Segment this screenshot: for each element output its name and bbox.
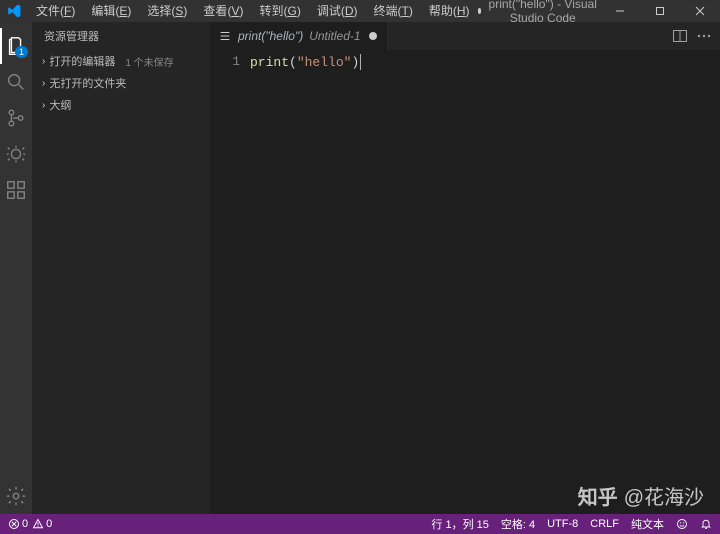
menu-bar: 文件(F) 编辑(E) 选择(S) 查看(V) 转到(G) 调试(D) 终端(T…: [28, 0, 478, 22]
chevron-right-icon: ›: [42, 100, 45, 111]
sidebar-outline[interactable]: › 大纲: [32, 94, 210, 116]
activity-bar: 1: [0, 22, 32, 514]
editor-area: print("hello") Untitled-1 1 print("hello…: [210, 22, 720, 514]
chevron-right-icon: ›: [42, 78, 45, 89]
maximize-button[interactable]: [640, 0, 680, 22]
sidebar-no-folder-label: 无打开的文件夹: [49, 75, 126, 91]
status-errors[interactable]: 0: [8, 518, 28, 530]
sidebar-no-folder[interactable]: › 无打开的文件夹: [32, 72, 210, 94]
vscode-logo-icon: [6, 3, 22, 19]
status-language[interactable]: 纯文本: [631, 516, 664, 532]
sidebar-outline-label: 大纲: [49, 97, 71, 113]
menu-terminal[interactable]: 终端(T): [366, 0, 421, 22]
status-indent[interactable]: 空格: 4: [501, 516, 535, 532]
status-eol[interactable]: CRLF: [590, 518, 619, 530]
line-gutter: 1: [210, 50, 250, 514]
menu-selection[interactable]: 选择(S): [139, 0, 195, 22]
code-content[interactable]: print("hello"): [250, 50, 361, 514]
menu-debug[interactable]: 调试(D): [309, 0, 366, 22]
status-error-count: 0: [22, 518, 28, 530]
status-warnings[interactable]: 0: [32, 518, 52, 530]
menu-view[interactable]: 查看(V): [195, 0, 251, 22]
activity-explorer[interactable]: 1: [0, 28, 32, 64]
status-warning-count: 0: [46, 518, 52, 530]
activity-source-control[interactable]: [0, 100, 32, 136]
split-editor-icon[interactable]: [672, 28, 688, 44]
tab-dirty-indicator-icon: [369, 32, 377, 40]
activity-search[interactable]: [0, 64, 32, 100]
activity-settings[interactable]: [0, 478, 32, 514]
tab-untitled-1[interactable]: print("hello") Untitled-1: [210, 22, 388, 50]
window-controls: [600, 0, 720, 22]
sidebar-explorer: 资源管理器 › 打开的编辑器 1 个未保存 › 无打开的文件夹 › 大纲: [32, 22, 210, 514]
sidebar-open-editors-label: 打开的编辑器: [49, 53, 115, 69]
dirty-indicator-icon: [478, 8, 482, 14]
status-feedback-icon[interactable]: [676, 518, 688, 530]
sidebar-open-editors[interactable]: › 打开的编辑器 1 个未保存: [32, 50, 210, 72]
line-number: 1: [210, 54, 240, 69]
close-button[interactable]: [680, 0, 720, 22]
editor[interactable]: 1 print("hello"): [210, 50, 720, 514]
menu-help[interactable]: 帮助(H): [421, 0, 478, 22]
sidebar-title: 资源管理器: [32, 22, 210, 50]
activity-extensions[interactable]: [0, 172, 32, 208]
chevron-right-icon: ›: [42, 56, 45, 67]
status-bar: 0 0 行 1，列 15 空格: 4 UTF-8 CRLF 纯文本: [0, 514, 720, 534]
explorer-badge: 1: [15, 46, 28, 58]
menu-file[interactable]: 文件(F): [28, 0, 83, 22]
file-icon: [218, 29, 232, 43]
minimap[interactable]: [361, 50, 411, 514]
status-line-col[interactable]: 行 1，列 15: [431, 516, 488, 532]
more-actions-icon[interactable]: [696, 28, 712, 44]
titlebar: 文件(F) 编辑(E) 选择(S) 查看(V) 转到(G) 调试(D) 终端(T…: [0, 0, 720, 22]
tab-bar: print("hello") Untitled-1: [210, 22, 720, 50]
activity-debug[interactable]: [0, 136, 32, 172]
sidebar-unsaved-count: 1 个未保存: [125, 54, 173, 69]
minimize-button[interactable]: [600, 0, 640, 22]
tab-untitled-label: Untitled-1: [309, 29, 360, 43]
status-encoding[interactable]: UTF-8: [547, 518, 578, 530]
main-area: 1 资源管理器 › 打开的编辑器 1 个未保存 › 无打开的文件夹: [0, 22, 720, 514]
menu-go[interactable]: 转到(G): [251, 0, 308, 22]
menu-edit[interactable]: 编辑(E): [83, 0, 139, 22]
tab-filename: print("hello"): [238, 29, 303, 43]
status-bell-icon[interactable]: [700, 518, 712, 530]
